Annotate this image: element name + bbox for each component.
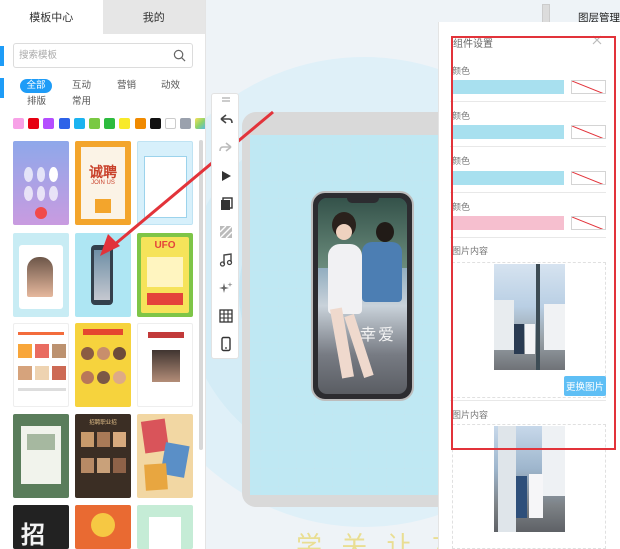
search-icon[interactable] [173,49,186,62]
template-thumbnail[interactable] [13,141,69,225]
color-swatch[interactable] [43,118,55,129]
layer-scroll[interactable] [542,4,550,24]
copy-icon[interactable] [218,196,234,212]
category-animation[interactable]: 动效 [161,79,180,93]
side-marker [0,78,4,98]
texture-icon[interactable] [218,224,234,240]
category-marketing[interactable]: 营销 [117,79,136,93]
tab-mine[interactable]: 我的 [102,0,205,34]
phone-icon[interactable] [218,336,234,352]
thumbnail-title: 招 [21,522,45,549]
drag-handle-icon[interactable] [218,96,234,104]
template-thumbnail[interactable] [75,323,131,407]
canvas-toolbar [211,93,239,359]
phone-overlay-text: 幸爱 [359,327,396,344]
category-common[interactable]: 常用 [72,95,91,109]
category-layout[interactable]: 排版 [27,95,46,109]
sparkle-icon[interactable] [218,280,234,296]
tab-template-center[interactable]: 模板中心 [0,0,103,34]
play-icon[interactable] [218,168,234,184]
music-icon[interactable] [218,252,234,268]
panel-tabs: 模板中心 我的 [0,0,205,34]
grid-icon[interactable] [218,308,234,324]
highlight-frame [451,36,616,450]
search-input[interactable] [14,44,164,67]
side-marker [0,46,4,66]
template-thumbnail[interactable]: 招 [13,505,69,549]
template-thumbnail[interactable] [13,233,69,317]
thumbnail-title: 招聘职业招 [89,420,117,426]
color-swatch[interactable] [58,118,70,129]
category-all[interactable]: 全部 [20,79,52,93]
template-thumbnail[interactable] [137,323,193,407]
template-thumbnail[interactable]: 招聘职业招 [75,414,131,498]
phone-preview[interactable]: 幸爱 [311,191,414,401]
template-panel: 模板中心 我的 全部 互动 营销 动效 排版 常用 诚聘 JOIN US [0,0,206,549]
template-thumbnail[interactable] [75,505,131,549]
template-search [13,43,193,68]
template-thumbnail[interactable] [137,505,193,549]
color-swatch[interactable] [13,118,24,129]
redo-icon[interactable] [218,140,234,156]
undo-icon[interactable] [218,112,234,128]
template-thumbnail[interactable] [13,323,69,407]
pointer-arrow [100,110,274,256]
category-interactive[interactable]: 互动 [72,79,91,93]
template-thumbnail[interactable] [13,414,69,498]
color-swatch[interactable] [73,118,85,129]
color-swatch[interactable] [28,118,40,129]
template-thumbnail[interactable] [137,414,193,498]
